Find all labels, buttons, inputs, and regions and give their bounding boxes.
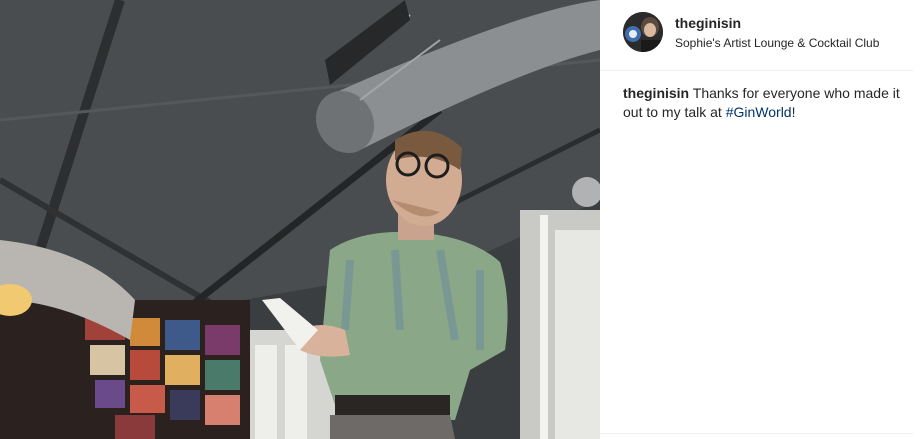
post-username[interactable]: theginisin — [675, 15, 741, 31]
caption-hashtag[interactable]: #GinWorld — [726, 104, 792, 120]
divider — [600, 433, 913, 434]
post-caption: theginisin Thanks for everyone who made … — [623, 84, 908, 122]
post-sidebar: theginisin Sophie's Artist Lounge & Cock… — [600, 0, 923, 439]
avatar[interactable] — [623, 12, 663, 52]
post-location[interactable]: Sophie's Artist Lounge & Cocktail Club — [675, 36, 879, 50]
profile-photo-icon — [623, 12, 663, 52]
post-photo[interactable] — [0, 0, 600, 439]
caption-username[interactable]: theginisin — [623, 85, 689, 101]
window — [555, 230, 600, 439]
instagram-post: theginisin Sophie's Artist Lounge & Cock… — [0, 0, 923, 439]
caption-text-end: ! — [791, 104, 796, 120]
post-header: theginisin Sophie's Artist Lounge & Cock… — [600, 0, 913, 71]
photo-scene — [0, 0, 600, 439]
